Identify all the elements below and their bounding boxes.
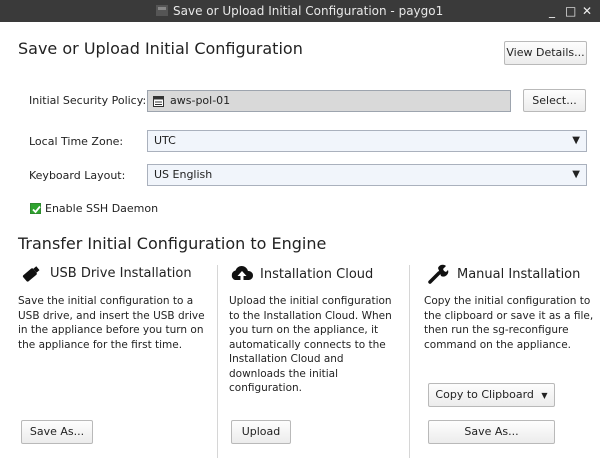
wrench-icon <box>428 264 449 284</box>
usb-title: USB Drive Installation <box>50 266 192 281</box>
window-app-icon <box>156 5 168 16</box>
policy-icon <box>153 96 164 107</box>
caret-down-icon: ▼ <box>541 391 548 400</box>
column-divider <box>217 265 218 458</box>
select-policy-label: Select... <box>532 94 577 107</box>
page-title: Save or Upload Initial Configuration <box>18 39 303 58</box>
keyboard-layout-value: US English <box>154 168 213 181</box>
select-policy-button[interactable]: Select... <box>523 89 586 112</box>
cloud-description: Upload the initial configuration to the … <box>229 295 392 394</box>
time-zone-select[interactable]: UTC ▼ <box>147 130 587 152</box>
close-icon[interactable]: ✕ <box>582 0 592 22</box>
copy-to-clipboard-label: Copy to Clipboard <box>435 388 534 401</box>
copy-to-clipboard-button[interactable]: Copy to Clipboard ▼ <box>428 383 555 407</box>
security-policy-value: aws-pol-01 <box>170 94 231 107</box>
usb-save-as-button[interactable]: Save As... <box>21 420 93 444</box>
manual-save-as-button[interactable]: Save As... <box>428 420 555 444</box>
transfer-section-title: Transfer Initial Configuration to Engine <box>18 234 327 253</box>
time-zone-value: UTC <box>154 134 176 147</box>
usb-drive-icon <box>22 266 40 282</box>
keyboard-layout-select[interactable]: US English ▼ <box>147 164 587 186</box>
minimize-icon[interactable]: _ <box>549 0 555 22</box>
cloud-upload-icon <box>231 266 254 282</box>
column-divider <box>409 265 410 458</box>
chevron-down-icon: ▼ <box>572 135 580 146</box>
dialog-body: Save or Upload Initial Configuration Vie… <box>0 22 600 458</box>
chevron-down-icon: ▼ <box>572 169 580 180</box>
manual-title: Manual Installation <box>457 267 581 282</box>
security-policy-field: aws-pol-01 <box>147 90 511 112</box>
upload-button[interactable]: Upload <box>231 420 291 444</box>
time-zone-label: Local Time Zone: <box>29 135 124 148</box>
ssh-checkbox[interactable] <box>30 203 41 214</box>
usb-description: Save the initial configuration to a USB … <box>18 295 205 351</box>
security-policy-label: Initial Security Policy: <box>29 94 147 107</box>
window-titlebar: Save or Upload Initial Configuration - p… <box>0 0 600 22</box>
keyboard-layout-label: Keyboard Layout: <box>29 169 126 182</box>
cloud-title: Installation Cloud <box>260 267 374 282</box>
window-title: Save or Upload Initial Configuration - p… <box>173 4 444 18</box>
maximize-icon[interactable]: □ <box>565 0 576 22</box>
view-details-button[interactable]: View Details... <box>504 41 587 65</box>
manual-description: Copy the initial configuration to the cl… <box>424 295 594 351</box>
check-icon <box>32 205 41 214</box>
ssh-label[interactable]: Enable SSH Daemon <box>45 202 158 215</box>
